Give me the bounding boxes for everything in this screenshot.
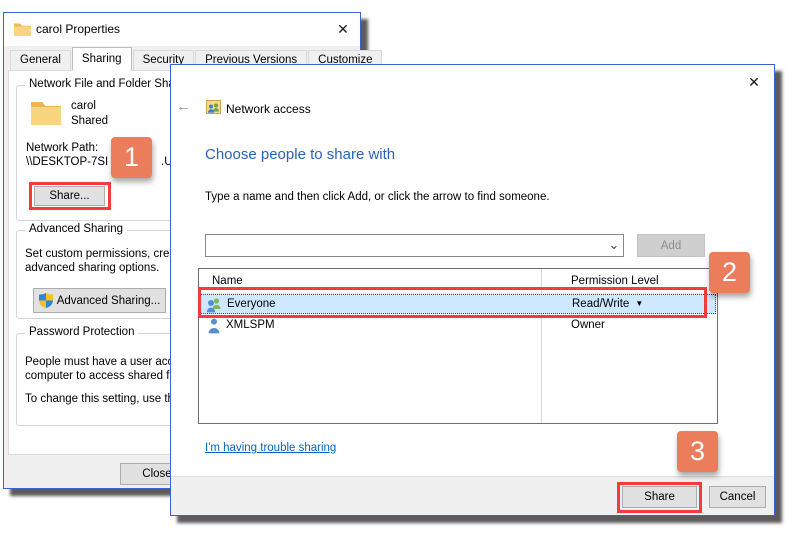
close-icon[interactable]: ✕ xyxy=(332,18,354,40)
close-icon[interactable]: ✕ xyxy=(743,71,765,93)
tab-sharing[interactable]: Sharing xyxy=(72,47,132,71)
shared-folder-icon xyxy=(31,99,61,125)
column-header-permission[interactable]: Permission Level xyxy=(571,275,659,287)
row-name: XMLSPM xyxy=(226,319,275,331)
people-list: Name Permission Level Everyone Read/Writ… xyxy=(198,268,718,424)
callout-badge-1: 1 xyxy=(111,137,152,178)
list-header: Name Permission Level xyxy=(199,269,717,294)
folder-icon xyxy=(14,22,31,36)
callout-badge-2: 2 xyxy=(709,252,750,293)
uac-shield-icon xyxy=(39,293,53,308)
add-button[interactable]: Add xyxy=(637,234,705,257)
cancel-button[interactable]: Cancel xyxy=(709,486,766,508)
network-path-label: Network Path: xyxy=(26,142,98,154)
window-title: carol Properties xyxy=(36,22,120,36)
name-input[interactable] xyxy=(205,234,624,257)
group-title: Advanced Sharing xyxy=(25,223,127,235)
advanced-sharing-button[interactable]: Advanced Sharing... xyxy=(33,288,166,313)
advanced-sharing-text-line2: advanced sharing options. xyxy=(25,262,159,274)
column-header-name[interactable]: Name xyxy=(212,275,243,287)
shared-folder-name: carol xyxy=(71,100,96,112)
password-protection-line1: People must have a user acc xyxy=(25,356,173,368)
callout-badge-3: 3 xyxy=(677,431,718,472)
user-icon xyxy=(208,318,220,334)
page-title: Choose people to share with xyxy=(205,146,395,163)
share-button[interactable]: Share xyxy=(622,486,697,508)
password-protection-line3: To change this setting, use th xyxy=(25,393,174,405)
table-row-everyone[interactable]: Everyone Read/Write▼ xyxy=(200,294,716,314)
row-permission: Owner xyxy=(571,319,605,331)
users-icon xyxy=(206,297,222,313)
properties-titlebar[interactable]: carol Properties ✕ xyxy=(4,13,360,46)
group-title: Password Protection xyxy=(25,326,138,338)
network-access-icon xyxy=(206,100,221,114)
advanced-sharing-text-line1: Set custom permissions, creat xyxy=(25,248,179,260)
share-folder-button[interactable]: Share... xyxy=(34,186,105,206)
tab-general[interactable]: General xyxy=(10,50,71,71)
row-name: Everyone xyxy=(227,298,276,310)
network-path-value: \\DESKTOP-7SI xyxy=(26,156,108,168)
combo-dropdown-icon[interactable]: ⌄ xyxy=(608,237,620,253)
row-permission[interactable]: Read/Write▼ xyxy=(572,298,643,310)
advanced-sharing-button-label: Advanced Sharing... xyxy=(57,295,161,307)
back-arrow-icon[interactable]: ← xyxy=(176,98,191,115)
permission-dropdown-icon[interactable]: ▼ xyxy=(635,299,643,308)
trouble-sharing-link[interactable]: I'm having trouble sharing xyxy=(205,442,336,454)
dialog-title: Network access xyxy=(226,102,311,116)
table-row-xmlspm[interactable]: XMLSPM Owner xyxy=(200,316,716,336)
share-status: Shared xyxy=(71,115,108,127)
password-protection-line2: computer to access shared fo xyxy=(25,370,176,382)
instruction-text: Type a name and then click Add, or click… xyxy=(205,191,550,203)
